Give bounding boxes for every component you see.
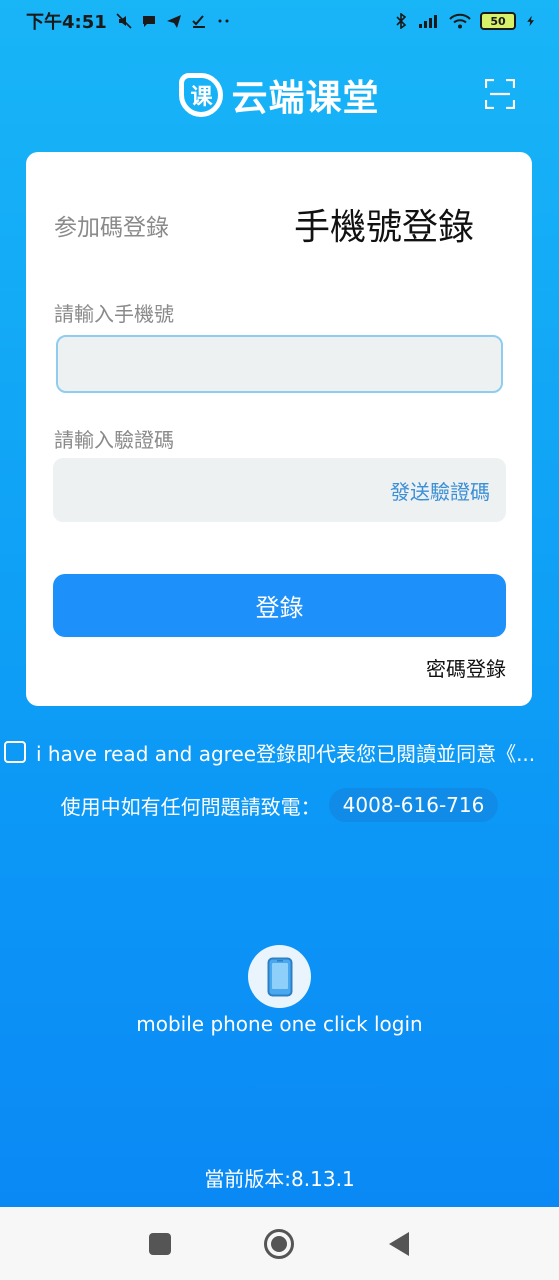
chat-icon — [142, 16, 155, 27]
wifi-icon — [449, 13, 471, 29]
send-code-button[interactable]: 發送驗證碼 — [390, 476, 490, 505]
telegram-icon — [166, 15, 181, 28]
mute-icon — [116, 13, 132, 29]
one-click-login-label[interactable]: mobile phone one click login — [0, 1012, 559, 1036]
code-field-row: 發送驗證碼 — [53, 458, 506, 522]
home-button[interactable] — [259, 1224, 299, 1264]
version-text: 當前版本:8.13.1 — [204, 1167, 355, 1191]
status-right: 50 — [393, 12, 537, 30]
logo-mark: 课 — [179, 73, 224, 117]
code-label: 請輸入驗證碼 — [54, 428, 174, 452]
recent-apps-button[interactable] — [140, 1224, 180, 1264]
more-icon — [218, 19, 229, 23]
recent-apps-icon — [148, 1232, 171, 1255]
back-button[interactable] — [379, 1224, 419, 1264]
signal-icon — [419, 15, 437, 28]
agree-checkbox[interactable] — [4, 741, 26, 763]
scan-icon[interactable] — [485, 79, 515, 109]
agreement-row: i have read and agree登錄即代表您已閱讀並同意《... — [4, 738, 559, 766]
support-label: 使用中如有任何問題請致電： — [60, 794, 321, 819]
one-click-login-button[interactable] — [248, 945, 311, 1008]
logo-text: 云端课堂 — [231, 78, 380, 119]
tab-phone-login[interactable]: 手機號登錄 — [294, 198, 474, 250]
agreement-text[interactable]: i have read and agree登錄即代表您已閱讀並同意《... — [36, 738, 535, 766]
status-left: 下午4:51 — [26, 8, 232, 34]
back-icon — [389, 1231, 410, 1256]
app-logo: 课 云端课堂 — [179, 69, 379, 121]
password-login-link[interactable]: 密碼登錄 — [426, 653, 506, 682]
system-nav-bar — [0, 1207, 559, 1280]
status-bar: 下午4:51 50 — [0, 0, 559, 42]
check-icon — [192, 15, 205, 28]
home-icon — [264, 1228, 295, 1259]
phone-label: 請輸入手機號 — [54, 302, 174, 326]
bluetooth-icon — [396, 13, 407, 29]
support-phone-link[interactable]: 4008-616-716 — [328, 788, 499, 822]
app-header: 课 云端课堂 — [0, 62, 559, 128]
status-time: 下午4:51 — [26, 12, 107, 33]
code-input[interactable] — [53, 458, 353, 522]
phone-input[interactable] — [56, 335, 503, 393]
tab-code-login[interactable]: 参加碼登錄 — [54, 208, 169, 242]
login-button[interactable]: 登錄 — [53, 574, 506, 637]
support-row: 使用中如有任何問題請致電： 4008-616-716 — [0, 786, 559, 824]
phone-icon — [267, 957, 292, 996]
charging-icon — [527, 15, 534, 27]
login-card: 参加碼登錄 手機號登錄 請輸入手機號 請輸入驗證碼 發送驗證碼 登錄 密碼登錄 — [26, 152, 532, 706]
battery-icon: 50 — [480, 12, 516, 30]
